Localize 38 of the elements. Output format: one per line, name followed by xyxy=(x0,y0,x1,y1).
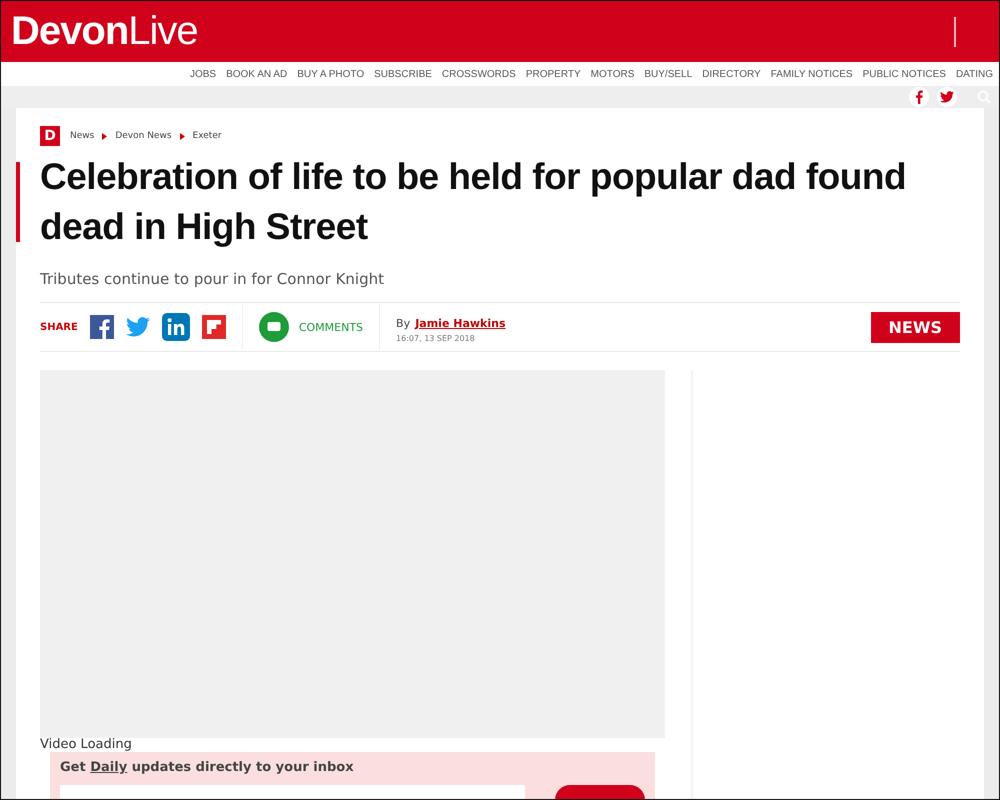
publish-timestamp: 16:07, 13 SEP 2018 xyxy=(396,334,476,342)
top-nav-link[interactable]: MOTORS xyxy=(590,68,634,80)
top-nav-link[interactable]: DIRECTORY xyxy=(702,68,761,80)
video-status: Video Loading xyxy=(40,737,133,752)
facebook-icon[interactable] xyxy=(909,87,929,107)
twitter-icon[interactable] xyxy=(937,87,957,107)
frequency-link[interactable]: Daily xyxy=(90,760,128,775)
breadcrumb-link[interactable]: News xyxy=(70,131,94,141)
top-nav-link[interactable]: PUBLIC NOTICES xyxy=(862,68,946,80)
chevron-icon xyxy=(102,132,108,140)
comments-link[interactable]: COMMENTS xyxy=(298,320,364,334)
article-headline: Celebration of life to be held for popular dad found dead in High Street xyxy=(40,155,908,249)
article-standfirst: Tributes continue to pour in for Connor Knight xyxy=(40,270,386,288)
top-nav-link[interactable]: BUY A PHOTO xyxy=(297,68,364,80)
linkedin-icon[interactable] xyxy=(162,313,190,341)
breadcrumb-link[interactable]: Devon News xyxy=(115,131,172,141)
top-nav-link[interactable]: BOOK AN AD xyxy=(226,68,288,80)
twitter-icon[interactable] xyxy=(126,317,150,337)
breadcrumb-link[interactable]: Exeter xyxy=(192,131,222,141)
top-nav-link[interactable]: CROSSWORDS xyxy=(442,68,516,80)
top-nav-link[interactable]: FAMILY NOTICES xyxy=(770,68,853,80)
top-nav-link[interactable]: JOBS xyxy=(190,68,216,80)
category-tag[interactable]: NEWS xyxy=(870,312,960,342)
site-logo[interactable]: DevonLive xyxy=(11,9,198,54)
flipboard-icon[interactable] xyxy=(202,315,226,339)
newsletter-text: Get xyxy=(60,760,87,775)
top-nav-link[interactable]: BUY/SELL xyxy=(644,68,692,80)
facebook-icon[interactable] xyxy=(90,315,114,339)
comment-icon[interactable] xyxy=(258,312,289,342)
top-nav-link[interactable]: PROPERTY xyxy=(526,68,581,80)
chevron-icon xyxy=(180,132,185,140)
author-link[interactable]: Jamie Hawkins xyxy=(415,316,506,330)
share-label: SHARE xyxy=(40,322,78,332)
brand-badge[interactable]: D xyxy=(40,126,60,146)
byline-prefix: By xyxy=(396,316,410,330)
top-nav-link[interactable]: DATING xyxy=(956,68,993,80)
top-nav-link[interactable]: SUBSCRIBE xyxy=(374,68,432,80)
newsletter-text: updates directly to your inbox xyxy=(130,760,354,775)
